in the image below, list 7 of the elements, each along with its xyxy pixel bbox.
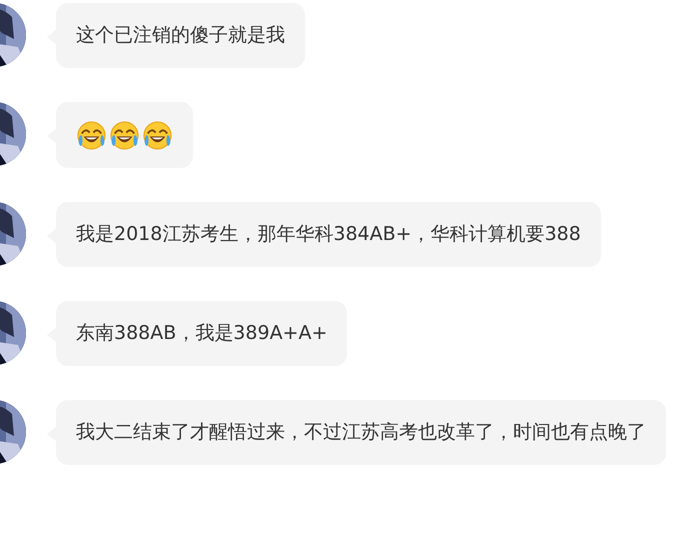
laughing-crying-face-icon [142,120,173,150]
message-text: 这个已注销的傻子就是我 [76,23,285,48]
message-text: 我大二结束了才醒悟过来，不过江苏高考也改革了，时间也有点晚了 [76,420,646,445]
message-text: 东南388AB，我是389A+A+ [76,321,328,346]
laughing-crying-face-icon [76,120,107,150]
message-text: 我是2018江苏考生，那年华科384AB+，华科计算机要388 [76,222,581,247]
laughing-crying-face-icon [109,120,140,150]
